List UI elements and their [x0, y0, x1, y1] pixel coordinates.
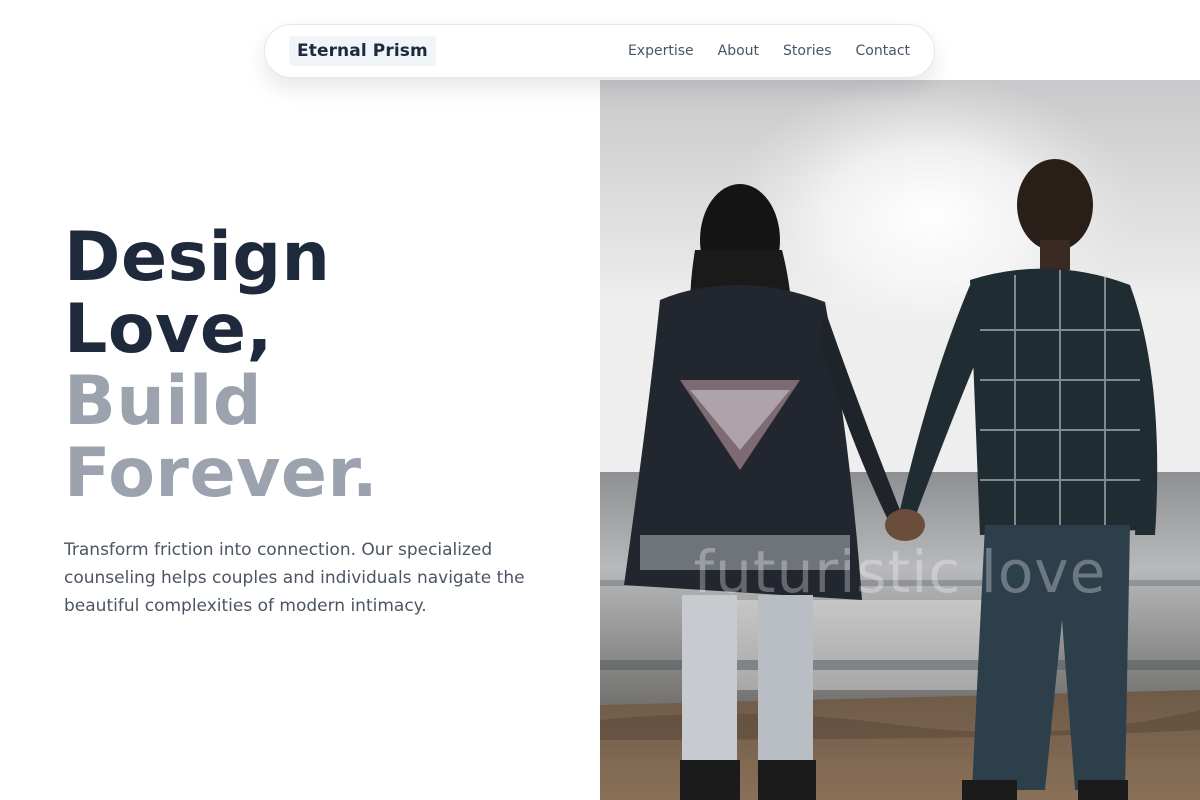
hero-title-line-2: Love, [64, 290, 273, 369]
nav-link-about[interactable]: About [718, 43, 759, 59]
hero-description: Transform friction into connection. Our … [64, 540, 525, 616]
nav-link-contact[interactable]: Contact [856, 43, 910, 59]
brand-logo[interactable]: Eternal Prism [289, 36, 436, 66]
nav-link-stories[interactable]: Stories [783, 43, 832, 59]
navbar: Eternal Prism Expertise About Stories Co… [264, 24, 935, 78]
hero-title: Design Love, Build Forever. [64, 222, 584, 510]
nav-links: Expertise About Stories Contact [628, 43, 910, 59]
couple-at-beach-illustration [600, 80, 1200, 800]
hero-title-line-3: Build [64, 362, 263, 441]
hero-title-line-4: Forever. [64, 434, 379, 513]
nav-link-expertise[interactable]: Expertise [628, 43, 694, 59]
page: Eternal Prism Expertise About Stories Co… [0, 0, 1200, 800]
hero-image: futuristic love [600, 80, 1200, 800]
hero-title-line-1: Design [64, 218, 331, 297]
